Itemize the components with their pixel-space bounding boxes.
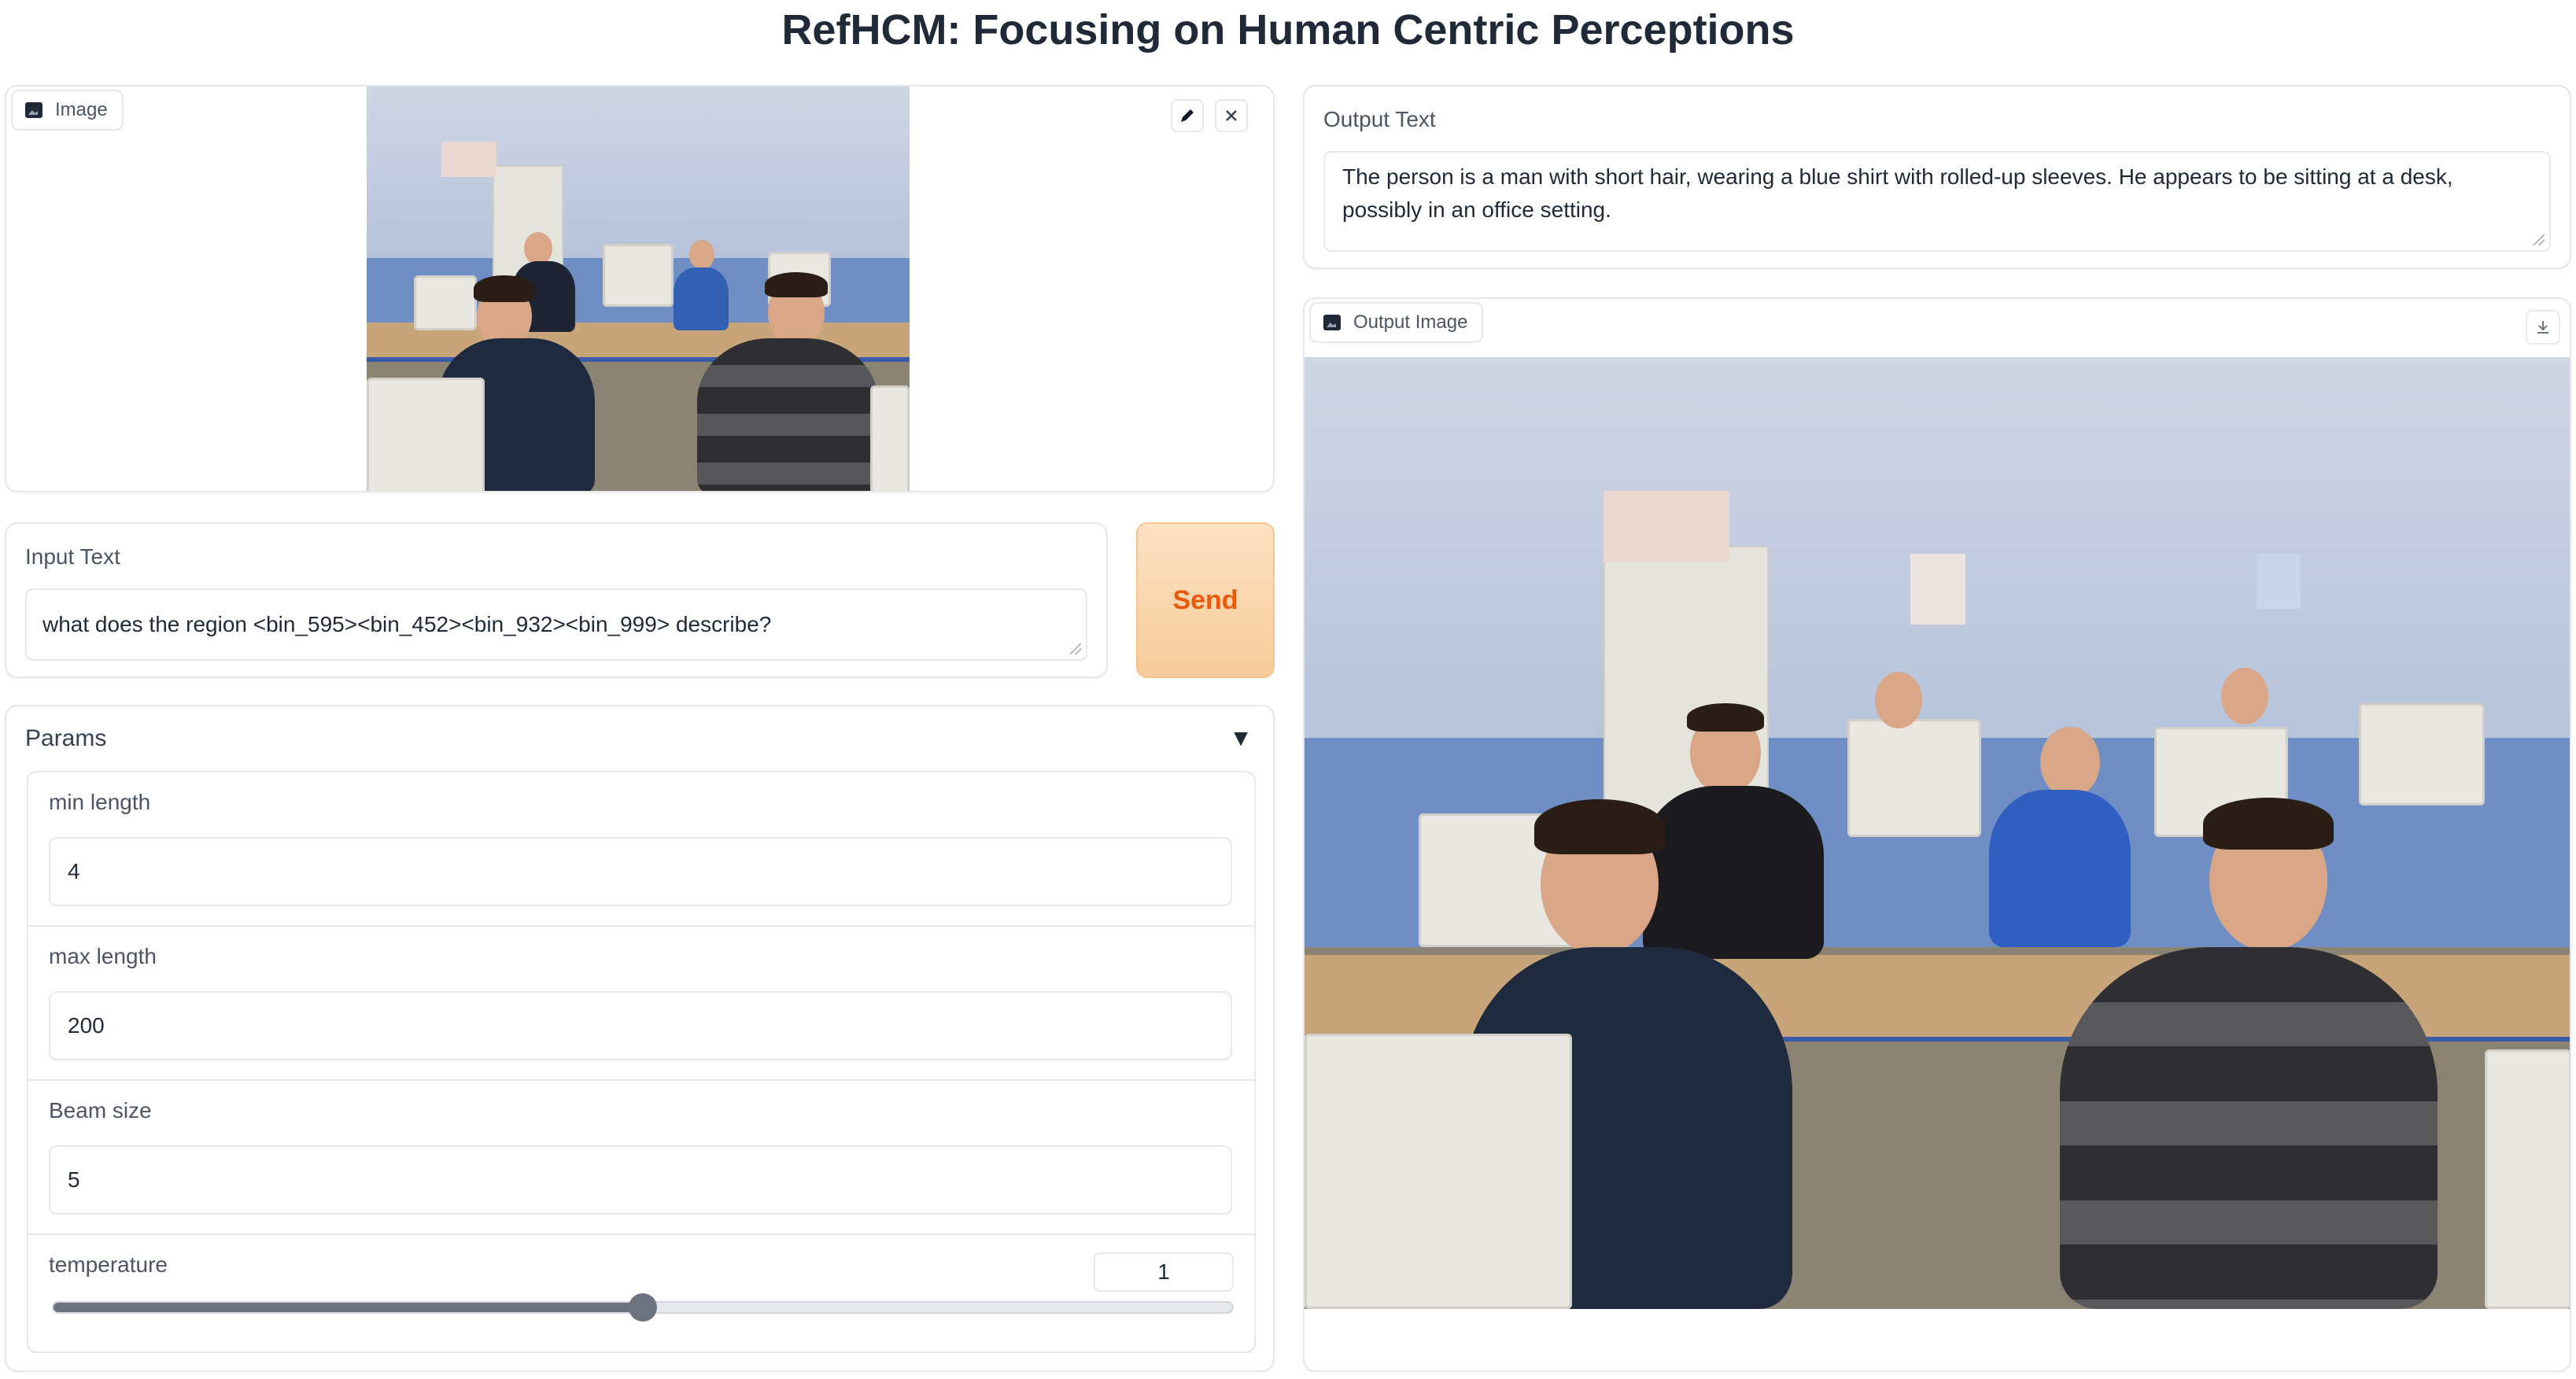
output-text-label: Output Text xyxy=(1323,107,1436,131)
close-icon xyxy=(1226,110,1237,121)
image-icon xyxy=(25,102,42,118)
param-max-length: max length 200 xyxy=(28,927,1254,1081)
beam-size-label: Beam size xyxy=(49,1098,152,1123)
send-button[interactable]: Send xyxy=(1136,522,1275,678)
edit-image-button[interactable] xyxy=(1171,99,1204,132)
params-header[interactable]: Params xyxy=(25,725,106,752)
download-icon xyxy=(2537,321,2548,334)
temperature-label: temperature xyxy=(49,1252,168,1277)
max-length-input[interactable]: 200 xyxy=(49,991,1232,1060)
temperature-slider-thumb[interactable] xyxy=(629,1293,657,1322)
param-temperature: temperature 1 xyxy=(28,1235,1254,1351)
min-length-label: min length xyxy=(49,790,151,814)
output-image-label-tag: Output Image xyxy=(1309,302,1484,343)
send-button-label: Send xyxy=(1172,584,1238,615)
output-photo xyxy=(1305,357,2570,1309)
image-label: Image xyxy=(55,99,108,120)
input-photo xyxy=(367,87,910,491)
input-text-field[interactable]: what does the region <bin_595><bin_452><… xyxy=(25,588,1087,661)
image-icon xyxy=(1323,315,1341,330)
beam-size-input[interactable]: 5 xyxy=(49,1145,1232,1215)
download-button[interactable] xyxy=(2526,310,2560,345)
param-min-length: min length 4 xyxy=(28,772,1254,927)
pencil-icon xyxy=(1181,109,1194,122)
triangle-down-icon[interactable]: ▼ xyxy=(1229,725,1253,752)
resize-handle-icon[interactable] xyxy=(1070,643,1081,654)
temperature-slider-fill xyxy=(54,1303,643,1312)
page-title: RefHCM: Focusing on Human Centric Percep… xyxy=(781,6,1795,53)
param-beam-size: Beam size 5 xyxy=(28,1081,1254,1235)
input-text-value: what does the region <bin_595><bin_452><… xyxy=(42,612,772,636)
output-text-field[interactable]: The person is a man with short hair, wea… xyxy=(1323,151,2551,252)
temperature-number-input[interactable]: 1 xyxy=(1094,1252,1234,1292)
input-text-label: Input Text xyxy=(25,544,120,569)
params-list: min length 4 max length 200 Beam size 5 … xyxy=(27,771,1256,1353)
image-label-tag: Image xyxy=(11,90,124,131)
clear-image-button[interactable] xyxy=(1215,99,1248,132)
output-image-panel: Output Image xyxy=(1303,297,2571,1372)
image-input-panel[interactable]: Image xyxy=(5,85,1275,492)
output-text-value: The person is a man with short hair, wea… xyxy=(1342,164,2453,222)
output-text-panel: Output Text The person is a man with sho… xyxy=(1303,85,2571,269)
output-image-label: Output Image xyxy=(1353,312,1468,333)
params-panel: Params ▼ min length 4 max length 200 Bea… xyxy=(5,705,1275,1372)
max-length-label: max length xyxy=(49,944,157,968)
resize-handle-icon[interactable] xyxy=(2534,234,2545,245)
min-length-input[interactable]: 4 xyxy=(49,837,1232,906)
input-text-panel: Input Text what does the region <bin_595… xyxy=(5,522,1108,678)
